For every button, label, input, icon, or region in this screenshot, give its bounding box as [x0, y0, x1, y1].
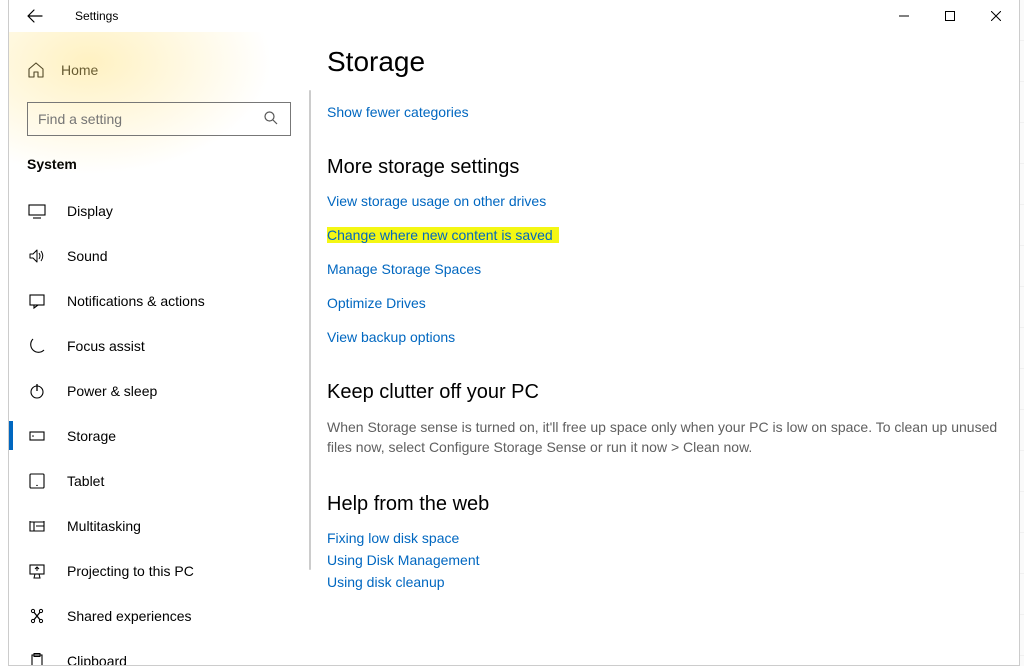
- sidebar-item-sound[interactable]: Sound: [9, 233, 309, 278]
- projecting-icon: [27, 561, 47, 581]
- home-label: Home: [61, 62, 98, 78]
- window-title: Settings: [75, 9, 118, 23]
- sidebar-item-label: Notifications & actions: [67, 293, 205, 309]
- using-disk-cleanup-link[interactable]: Using disk cleanup: [327, 574, 445, 590]
- power-icon: [27, 381, 47, 401]
- page-title: Storage: [327, 46, 1001, 78]
- more-storage-links: View storage usage on other drives Chang…: [327, 193, 1001, 345]
- using-disk-management-link[interactable]: Using Disk Management: [327, 552, 480, 568]
- sidebar-item-focus-assist[interactable]: Focus assist: [9, 323, 309, 368]
- search-wrap: [9, 90, 309, 136]
- show-fewer-categories-link[interactable]: Show fewer categories: [327, 104, 469, 120]
- view-backup-options-link[interactable]: View backup options: [327, 329, 455, 345]
- nav-list: Display Sound Notifications & actions: [9, 188, 309, 665]
- home-button[interactable]: Home: [9, 50, 309, 90]
- sidebar-item-label: Tablet: [67, 473, 104, 489]
- notifications-icon: [27, 291, 47, 311]
- sidebar-item-label: Clipboard: [67, 653, 127, 666]
- storage-icon: [27, 426, 47, 446]
- settings-window: Settings Home Sys: [8, 0, 1020, 666]
- multitasking-icon: [27, 516, 47, 536]
- display-icon: [27, 201, 47, 221]
- search-input[interactable]: [27, 102, 291, 136]
- sidebar-item-label: Storage: [67, 428, 116, 444]
- sidebar-item-label: Focus assist: [67, 338, 145, 354]
- change-where-content-saved-link[interactable]: Change where new content is saved: [327, 227, 559, 243]
- sidebar-item-projecting[interactable]: Projecting to this PC: [9, 548, 309, 593]
- category-label: System: [9, 136, 309, 178]
- minimize-icon: [899, 11, 909, 21]
- manage-storage-spaces-link[interactable]: Manage Storage Spaces: [327, 261, 481, 277]
- sound-icon: [27, 246, 47, 266]
- main-content: Storage Show fewer categories More stora…: [309, 32, 1019, 665]
- window-body: Home System Display: [9, 32, 1019, 665]
- help-from-web-heading: Help from the web: [327, 493, 1001, 516]
- sidebar-item-clipboard[interactable]: Clipboard: [9, 638, 309, 665]
- close-button[interactable]: [973, 0, 1019, 32]
- sidebar-item-storage[interactable]: Storage: [9, 413, 309, 458]
- sidebar-item-label: Shared experiences: [67, 608, 192, 624]
- titlebar: Settings: [9, 0, 1019, 32]
- sidebar-item-display[interactable]: Display: [9, 188, 309, 233]
- fixing-low-disk-space-link[interactable]: Fixing low disk space: [327, 530, 459, 546]
- sidebar-item-label: Power & sleep: [67, 383, 157, 399]
- maximize-button[interactable]: [927, 0, 973, 32]
- shared-experiences-icon: [27, 606, 47, 626]
- sidebar-item-tablet[interactable]: Tablet: [9, 458, 309, 503]
- clipboard-icon: [27, 651, 47, 666]
- keep-clutter-desc: When Storage sense is turned on, it'll f…: [327, 418, 1001, 457]
- close-icon: [991, 11, 1001, 21]
- view-storage-usage-link[interactable]: View storage usage on other drives: [327, 193, 546, 209]
- optimize-drives-link[interactable]: Optimize Drives: [327, 295, 426, 311]
- sidebar-item-label: Display: [67, 203, 113, 219]
- sidebar-item-power-sleep[interactable]: Power & sleep: [9, 368, 309, 413]
- sidebar-item-multitasking[interactable]: Multitasking: [9, 503, 309, 548]
- sidebar-item-label: Projecting to this PC: [67, 563, 194, 579]
- sidebar: Home System Display: [9, 32, 309, 665]
- maximize-icon: [945, 11, 955, 21]
- help-links: Fixing low disk space Using Disk Managem…: [327, 530, 1001, 590]
- tablet-icon: [27, 471, 47, 491]
- back-button[interactable]: [23, 4, 47, 28]
- minimize-button[interactable]: [881, 0, 927, 32]
- sidebar-item-label: Multitasking: [67, 518, 141, 534]
- keep-clutter-heading: Keep clutter off your PC: [327, 381, 1001, 404]
- window-controls: [881, 0, 1019, 32]
- more-storage-settings-heading: More storage settings: [327, 156, 1001, 179]
- focus-assist-icon: [27, 336, 47, 356]
- sidebar-item-notifications[interactable]: Notifications & actions: [9, 278, 309, 323]
- home-icon: [27, 61, 45, 79]
- arrow-left-icon: [27, 8, 43, 24]
- sidebar-item-label: Sound: [67, 248, 107, 264]
- sidebar-item-shared-experiences[interactable]: Shared experiences: [9, 593, 309, 638]
